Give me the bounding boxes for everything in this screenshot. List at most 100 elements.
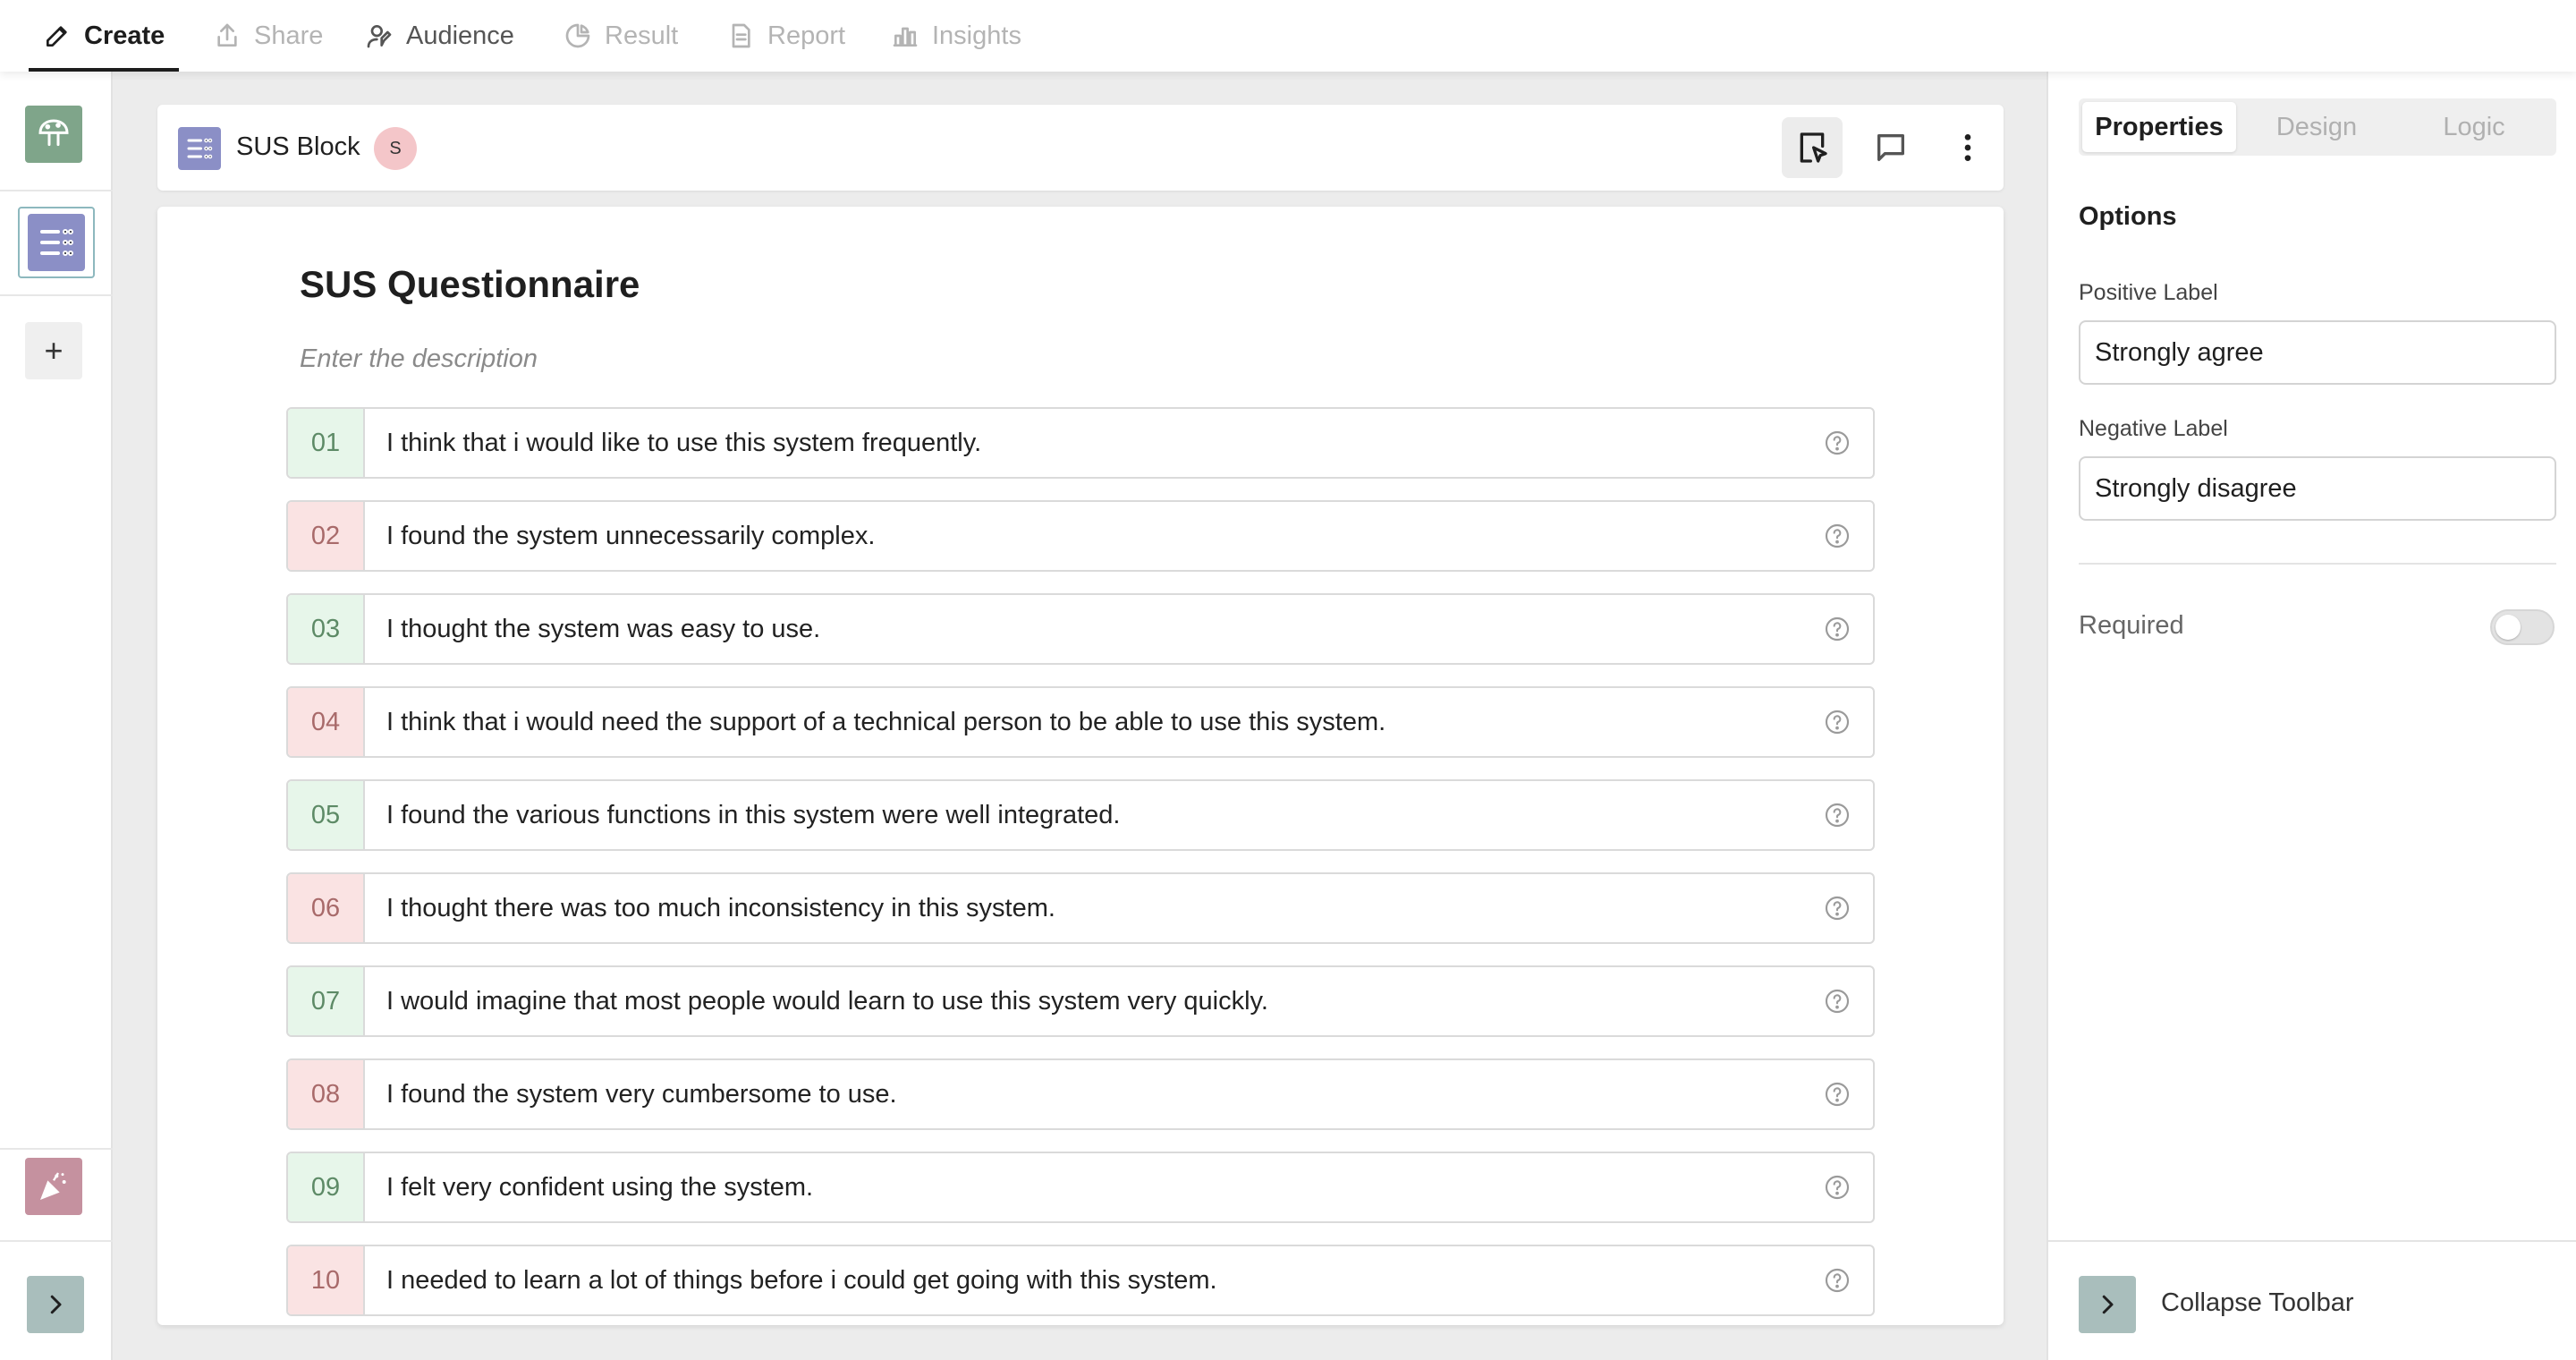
tab-design[interactable]: Design [2240,102,2394,152]
positive-label-input[interactable] [2079,320,2556,385]
question-number: 06 [288,874,365,942]
pie-chart-icon [565,23,590,48]
preview-button[interactable] [1782,117,1843,178]
required-toggle[interactable] [2490,609,2555,645]
questionnaire-title[interactable]: SUS Questionnaire [300,263,640,306]
chevron-right-icon [2102,1295,2114,1314]
help-icon[interactable] [1801,522,1873,550]
question-row[interactable]: 06 I thought there was too much inconsis… [286,872,1875,944]
question-row[interactable]: 07 I would imagine that most people woul… [286,965,1875,1037]
tab-share[interactable]: Share [199,0,337,72]
help-icon[interactable] [1801,429,1873,457]
rail-divider [0,1148,113,1150]
help-icon[interactable] [1801,987,1873,1016]
question-number: 09 [288,1153,365,1221]
tab-insights[interactable]: Insights [877,0,1036,72]
question-text[interactable]: I found the system very cumbersome to us… [365,1080,1801,1109]
rail-divider [0,294,113,296]
question-number: 03 [288,595,365,663]
block-type-icon [178,127,221,170]
welcome-screen-thumbnail[interactable] [25,106,82,163]
negative-label-input[interactable] [2079,456,2556,521]
list-icon [187,138,213,159]
help-icon[interactable] [1801,1080,1873,1109]
comment-button[interactable] [1860,117,1921,178]
tab-audience-label: Audience [406,21,514,50]
comment-icon [1877,134,1904,161]
sus-block-thumb-tile [28,214,85,271]
tab-insights-label: Insights [932,21,1021,50]
tab-result[interactable]: Result [549,0,692,72]
question-row[interactable]: 02 I found the system unnecessarily comp… [286,500,1875,572]
question-row[interactable]: 10 I needed to learn a lot of things bef… [286,1245,1875,1316]
help-icon[interactable] [1801,708,1873,736]
questionnaire-card: SUS Questionnaire Enter the description … [157,207,2004,1325]
party-popper-icon [40,1172,66,1200]
collapse-toolbar-button[interactable] [2079,1276,2136,1333]
question-number: 04 [288,688,365,756]
question-number: 10 [288,1246,365,1314]
tab-result-label: Result [605,21,679,50]
help-icon[interactable] [1801,1266,1873,1295]
collapse-toolbar-area: Collapse Toolbar [2048,1240,2576,1360]
question-number: 01 [288,409,365,477]
question-row[interactable]: 01 I think that i would like to use this… [286,407,1875,479]
block-header: SUS Block S [157,105,2004,191]
bar-chart-icon [893,27,918,47]
preview-icon [1800,132,1827,163]
pencil-icon [47,26,67,47]
tab-audience[interactable]: Audience [351,0,529,72]
question-number: 08 [288,1060,365,1128]
document-icon [732,23,750,48]
question-row[interactable]: 05 I found the various functions in this… [286,779,1875,851]
sus-block-thumbnail[interactable] [18,207,95,278]
share-icon [217,23,237,47]
rail-divider [0,190,113,191]
add-block-button[interactable]: + [25,322,82,379]
question-text[interactable]: I would imagine that most people would l… [365,987,1801,1016]
list-icon [40,229,73,256]
help-icon[interactable] [1801,1173,1873,1202]
mushroom-icon [38,119,69,147]
question-number: 02 [288,502,365,570]
help-icon[interactable] [1801,801,1873,829]
chevron-right-icon [50,1295,62,1314]
help-icon[interactable] [1801,615,1873,643]
question-row[interactable]: 04 I think that i would need the support… [286,686,1875,758]
collapse-toolbar-label[interactable]: Collapse Toolbar [2161,1288,2354,1318]
question-text[interactable]: I think that i would need the support of… [365,708,1801,737]
toggle-knob [2496,615,2521,640]
tab-report-label: Report [767,21,846,50]
panel-divider [2079,563,2556,565]
more-options-button[interactable] [1937,117,1998,178]
plus-icon: + [44,332,64,369]
tab-create[interactable]: Create [29,0,180,72]
question-text[interactable]: I needed to learn a lot of things before… [365,1266,1801,1296]
question-row[interactable]: 09 I felt very confident using the syste… [286,1152,1875,1223]
description-placeholder[interactable]: Enter the description [300,344,538,374]
positive-label-title: Positive Label [2079,280,2218,305]
tab-properties[interactable]: Properties [2082,102,2236,152]
panel-tabs: Properties Design Logic [2079,98,2556,156]
left-rail: + [0,72,113,1360]
question-text[interactable]: I thought the system was easy to use. [365,615,1801,644]
question-text[interactable]: I think that i would like to use this sy… [365,429,1801,458]
tab-logic[interactable]: Logic [2397,102,2551,152]
tab-report[interactable]: Report [712,0,860,72]
help-icon[interactable] [1801,894,1873,922]
properties-panel: Properties Design Logic Options Positive… [2046,72,2576,1360]
top-navigation: Create Share Audience Result Report Insi… [0,0,2576,72]
question-text[interactable]: I found the system unnecessarily complex… [365,522,1801,551]
avatar[interactable]: S [374,127,417,170]
expand-rail-button[interactable] [27,1276,84,1333]
tab-share-label: Share [254,21,324,50]
block-name: SUS Block [236,132,360,161]
question-text[interactable]: I found the various functions in this sy… [365,801,1801,830]
question-text[interactable]: I thought there was too much inconsisten… [365,894,1801,923]
thank-you-screen-thumbnail[interactable] [25,1158,82,1215]
audience-icon [367,25,392,48]
question-number: 05 [288,781,365,849]
question-row[interactable]: 08 I found the system very cumbersome to… [286,1058,1875,1130]
question-row[interactable]: 03 I thought the system was easy to use. [286,593,1875,665]
question-text[interactable]: I felt very confident using the system. [365,1173,1801,1203]
